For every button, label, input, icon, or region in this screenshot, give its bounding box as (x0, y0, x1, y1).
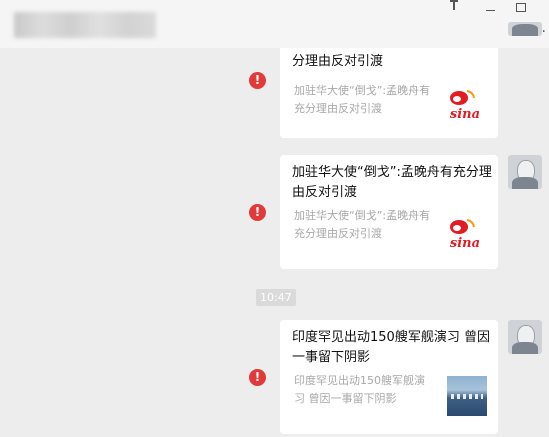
pin-icon[interactable] (445, 0, 463, 18)
link-card-message[interactable]: 加驻华大使“倒戈”:孟晚舟有充分理由反对引渡 加驻华大使“倒戈”:孟晚舟有充分理… (280, 155, 498, 269)
send-failed-icon[interactable]: ! (249, 72, 266, 89)
link-card-message[interactable]: 印度罕见出动150艘军舰演习 曾因一事留下阴影 印度罕见出动150艘军舰演习 曾… (280, 320, 498, 434)
card-description: 加驻华大使“倒戈”:孟晚舟有充分理由反对引渡 (294, 84, 431, 115)
warship-thumbnail (447, 376, 487, 416)
avatar[interactable] (508, 155, 542, 189)
card-title: 分理由反对引渡 (292, 54, 384, 69)
chat-title-blurred (14, 12, 156, 38)
link-card-message[interactable]: 分理由反对引渡 加驻华大使“倒戈”:孟晚舟有充分理由反对引渡 sina (280, 48, 498, 138)
sina-logo-icon: sina (450, 90, 480, 122)
card-title: 印度罕见出动150艘军舰演习 曾因一事留下阴影 (292, 330, 490, 365)
svg-text:sina: sina (450, 236, 480, 251)
window-header: ·· (0, 0, 549, 48)
sina-logo-icon: sina (450, 219, 480, 251)
timestamp: 10:47 (256, 289, 296, 306)
card-title: 加驻华大使“倒戈”:孟晚舟有充分理由反对引渡 (292, 165, 492, 200)
card-description: 印度罕见出动150艘军舰演习 曾因一事留下阴影 (294, 374, 425, 405)
maximize-icon[interactable] (512, 0, 530, 18)
minimize-icon[interactable] (481, 0, 499, 18)
svg-text:sina: sina (450, 107, 480, 122)
card-description: 加驻华大使“倒戈”:孟晚舟有充分理由反对引渡 (294, 209, 431, 240)
avatar[interactable] (508, 320, 542, 354)
avatar[interactable] (508, 22, 542, 36)
send-failed-icon[interactable]: ! (249, 204, 266, 221)
send-failed-icon[interactable]: ! (249, 369, 266, 386)
